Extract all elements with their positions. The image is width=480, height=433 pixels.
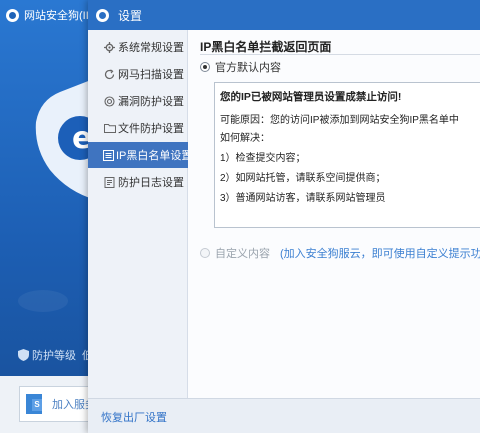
nav-item-label: IP黑白名单设置 [116,150,193,162]
app-logo-icon [6,8,19,22]
nav-item-protection-log[interactable]: 防护日志设置 [88,169,188,195]
dialog-footer: 恢复出厂设置 [88,398,480,433]
protection-level: 防护等级 低 [18,348,88,362]
settings-dialog: 设置 系统常规设置 网马扫描设置 漏洞防护设置 文件防护设置 IP黑白名单设置 … [88,0,480,433]
shield-icon: e [35,78,96,200]
protection-level-label: 防护等级 [32,350,76,362]
custom-content-label: 自定义内容 [215,248,270,260]
dialog-titlebar[interactable]: 设置 [88,0,480,30]
folder-icon [103,122,116,135]
nav-item-label: 网马扫描设置 [118,69,184,81]
block-message-textbox[interactable]: 您的IP已被网站管理员设置成禁止访问! 可能原因：您的访问IP被添加到网站安全狗… [214,82,480,228]
background-window-title: 网站安全狗(IIS [24,10,97,22]
default-content-label: 官方默认内容 [215,62,281,74]
background-decoration [18,290,68,312]
nav-item-label: 防护日志设置 [118,177,184,189]
message-line: 1）检查提交内容； [220,153,306,164]
custom-content-radio[interactable]: 自定义内容 (加入安全狗服云，即可使用自定义提示功能) [200,245,480,261]
nav-item-webshell-scan[interactable]: 网马扫描设置 [88,61,188,87]
nav-item-vuln-protection[interactable]: 漏洞防护设置 [88,88,188,114]
message-line: 如何解决： [220,133,270,144]
server-icon: S [26,394,42,414]
gear-icon [103,41,116,54]
refresh-icon [103,68,116,81]
settings-content-panel: IP黑白名单拦截返回页面 官方默认内容 您的IP已被网站管理员设置成禁止访问! … [188,30,480,398]
nav-item-file-protection[interactable]: 文件防护设置 [88,115,188,141]
section-divider [200,54,480,55]
nav-item-label: 漏洞防护设置 [118,96,184,108]
background-titlebar: 网站安全狗(IIS [0,0,100,30]
nav-item-label: 文件防护设置 [118,123,184,135]
message-line: 可能原因：您的访问IP被添加到网站安全狗IP黑名单中 [220,115,459,126]
nav-item-general[interactable]: 系统常规设置 [88,34,188,60]
dialog-title: 设置 [118,8,143,23]
nav-item-ip-list[interactable]: IP黑白名单设置 [88,142,192,168]
radio-selected-icon [200,62,210,72]
level-shield-icon [18,349,29,361]
settings-nav: 系统常规设置 网马扫描设置 漏洞防护设置 文件防护设置 IP黑白名单设置 防护日… [88,30,192,398]
message-line: 3）普通网站访客，请联系网站管理员 [220,193,386,204]
add-server-button[interactable]: S 加入服务 [19,386,99,422]
dialog-logo-icon [96,8,109,22]
radio-unselected-icon [200,248,210,258]
message-line: 2）如网站托管，请联系空间提供商； [220,173,386,184]
custom-content-hint: (加入安全狗服云，即可使用自定义提示功能) [280,248,480,260]
message-line: 您的IP已被网站管理员设置成禁止访问! [220,91,402,103]
default-content-radio[interactable]: 官方默认内容 [200,59,281,75]
nav-item-label: 系统常规设置 [118,42,184,54]
ip-list-icon [103,149,114,162]
section-title: IP黑白名单拦截返回页面 [200,40,332,54]
log-icon [103,176,116,189]
factory-reset-link[interactable]: 恢复出厂设置 [101,409,167,425]
target-icon [103,95,116,108]
